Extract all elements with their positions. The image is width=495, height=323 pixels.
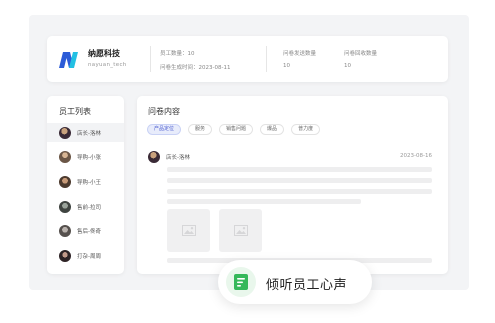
employee-item[interactable]: 导购-小王 (47, 172, 124, 191)
company-handle: nayuan_tech (88, 62, 127, 68)
employee-item[interactable]: 售前-拉司 (47, 197, 124, 216)
employee-name: 店长-洛林 (77, 130, 101, 137)
survey-sent-value: 10 (283, 63, 290, 69)
survey-generated-time: 问卷生成时间：2023-08-11 (160, 65, 231, 71)
employee-item[interactable]: 打杂-周周 (47, 246, 124, 265)
employee-name: 打杂-周周 (77, 253, 101, 260)
image-placeholder (219, 209, 262, 252)
employee-name: 售前-拉司 (77, 204, 101, 211)
callout-icon-badge (226, 267, 256, 297)
document-icon (234, 274, 248, 290)
image-icon (181, 225, 196, 236)
listen-to-employees-callout: 倾听员工心声 (218, 260, 372, 304)
survey-returned-value: 10 (344, 63, 351, 69)
employee-name: 售后-佟奇 (77, 228, 101, 235)
employee-list-title: 员工列表 (59, 107, 91, 116)
avatar (59, 200, 71, 213)
tab-product-positioning[interactable]: 产品定位 (147, 124, 182, 135)
placeholder-line (167, 178, 432, 183)
callout-label: 倾听员工心声 (266, 278, 348, 293)
image-icon (233, 225, 248, 236)
avatar (59, 249, 71, 262)
divider (266, 46, 267, 72)
tab-promotion[interactable]: 普力度 (291, 124, 321, 135)
company-header-card: 纳愿科技 nayuan_tech 员工数量：10 问卷生成时间：2023-08-… (47, 36, 448, 82)
category-tabs: 产品定位 服务 销售问题 爆品 普力度 (147, 124, 321, 135)
employee-name: 导购-小王 (77, 179, 101, 186)
tab-sales-issues[interactable]: 销售问题 (219, 124, 254, 135)
survey-sent-label: 问卷发送数量 (283, 51, 317, 57)
survey-returned-label: 问卷回收数量 (344, 51, 378, 57)
employee-count: 员工数量：10 (160, 51, 195, 57)
company-logo-icon (59, 52, 78, 68)
employee-name: 导购-小张 (77, 154, 101, 161)
survey-content-title: 问卷内容 (148, 107, 180, 116)
avatar (148, 151, 160, 163)
employee-item[interactable]: 店长-洛林 (47, 123, 124, 142)
survey-content-panel: 问卷内容 产品定位 服务 销售问题 爆品 普力度 店长-洛林 2023-08-1… (137, 96, 448, 274)
post-author: 店长-洛林 (166, 155, 190, 161)
image-placeholder (167, 209, 210, 252)
placeholder-line (167, 189, 432, 194)
employee-list-panel: 员工列表 店长-洛林 导购-小张 导购-小王 售前-拉司 售后-佟奇 打杂-周周 (47, 96, 124, 274)
employee-item[interactable]: 导购-小张 (47, 147, 124, 166)
avatar (59, 175, 71, 188)
tab-hot-products[interactable]: 爆品 (260, 124, 285, 135)
post-date: 2023-08-16 (400, 153, 432, 159)
avatar (59, 126, 71, 139)
tab-service[interactable]: 服务 (188, 124, 213, 135)
placeholder-line (167, 199, 361, 204)
divider (150, 46, 151, 72)
avatar (59, 224, 71, 237)
company-name: 纳愿科技 (88, 49, 120, 58)
placeholder-line (167, 167, 432, 172)
employee-item[interactable]: 售后-佟奇 (47, 221, 124, 240)
avatar (59, 150, 71, 163)
